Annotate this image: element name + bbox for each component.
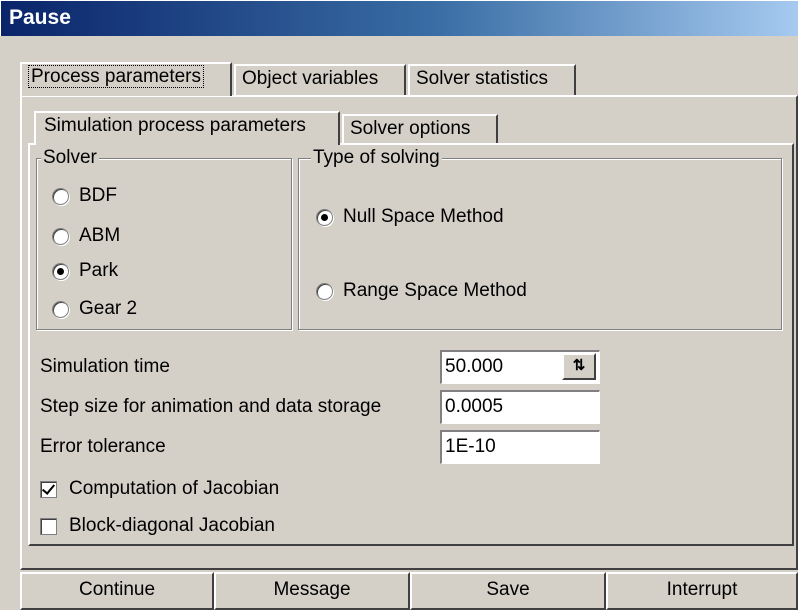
radio-icon-selected <box>52 262 69 280</box>
radio-gear2[interactable]: Gear 2 <box>52 298 137 320</box>
radio-bdf[interactable]: BDF <box>52 185 117 207</box>
block-diagonal-jacobian-checkbox[interactable]: Block-diagonal Jacobian <box>40 515 275 537</box>
tab-solver-statistics[interactable]: Solver statistics <box>408 64 576 95</box>
solving-type-group-legend: Type of solving <box>311 147 442 169</box>
radio-icon <box>52 187 69 205</box>
tab-object-variables[interactable]: Object variables <box>234 64 406 95</box>
radio-icon <box>52 227 69 245</box>
radio-abm[interactable]: ABM <box>52 225 120 247</box>
radio-label: Gear 2 <box>79 298 138 319</box>
radio-icon <box>52 300 69 318</box>
solving-type-group: Type of solving <box>298 147 782 330</box>
radio-label: BDF <box>79 185 117 206</box>
save-button[interactable]: Save <box>410 572 606 610</box>
title-bar[interactable]: Pause <box>0 0 798 36</box>
checkbox-label: Computation of Jacobian <box>69 478 280 499</box>
step-size-label: Step size for animation and data storage <box>40 396 382 417</box>
jacobian-checkbox[interactable]: Computation of Jacobian <box>40 478 279 500</box>
radio-label: ABM <box>79 225 121 246</box>
tab-process-parameters[interactable]: Process parameters <box>20 62 232 96</box>
radio-null-space-method[interactable]: Null Space Method <box>316 206 504 228</box>
tab-simulation-process-parameters[interactable]: Simulation process parameters <box>34 111 340 145</box>
simulation-time-value: 50.000 <box>445 356 504 377</box>
error-tolerance-label: Error tolerance <box>40 436 166 457</box>
continue-button[interactable]: Continue <box>20 572 214 610</box>
spin-arrows-icon: ⇅ <box>572 357 586 374</box>
solver-group-legend: Solver <box>41 147 99 169</box>
simulation-time-label: Simulation time <box>40 356 170 377</box>
radio-label: Null Space Method <box>343 206 504 227</box>
checkbox-checked-icon <box>40 480 57 498</box>
checkbox-label: Block-diagonal Jacobian <box>69 515 275 536</box>
message-button[interactable]: Message <box>214 572 410 610</box>
interrupt-button[interactable]: Interrupt <box>606 572 798 610</box>
window-title: Pause <box>9 6 71 29</box>
tab-label: Process parameters <box>28 65 205 88</box>
step-size-value: 0.0005 <box>445 396 504 417</box>
radio-label: Range Space Method <box>343 280 527 301</box>
tab-label: Simulation process parameters <box>44 115 306 136</box>
tab-label: Solver options <box>350 118 471 139</box>
radio-label: Park <box>79 260 119 281</box>
radio-park[interactable]: Park <box>52 260 118 282</box>
radio-icon <box>316 282 333 300</box>
tab-label: Solver statistics <box>416 68 548 89</box>
error-tolerance-input[interactable]: 1E-10 <box>440 430 600 464</box>
tab-label: Object variables <box>242 68 379 89</box>
radio-icon-selected <box>316 208 333 226</box>
error-tolerance-value: 1E-10 <box>445 436 496 457</box>
checkbox-icon <box>40 517 57 535</box>
tab-solver-options[interactable]: Solver options <box>342 114 498 145</box>
radio-range-space-method[interactable]: Range Space Method <box>316 280 527 302</box>
simulation-time-spin-button[interactable]: ⇅ <box>562 353 596 380</box>
step-size-input[interactable]: 0.0005 <box>440 390 600 424</box>
